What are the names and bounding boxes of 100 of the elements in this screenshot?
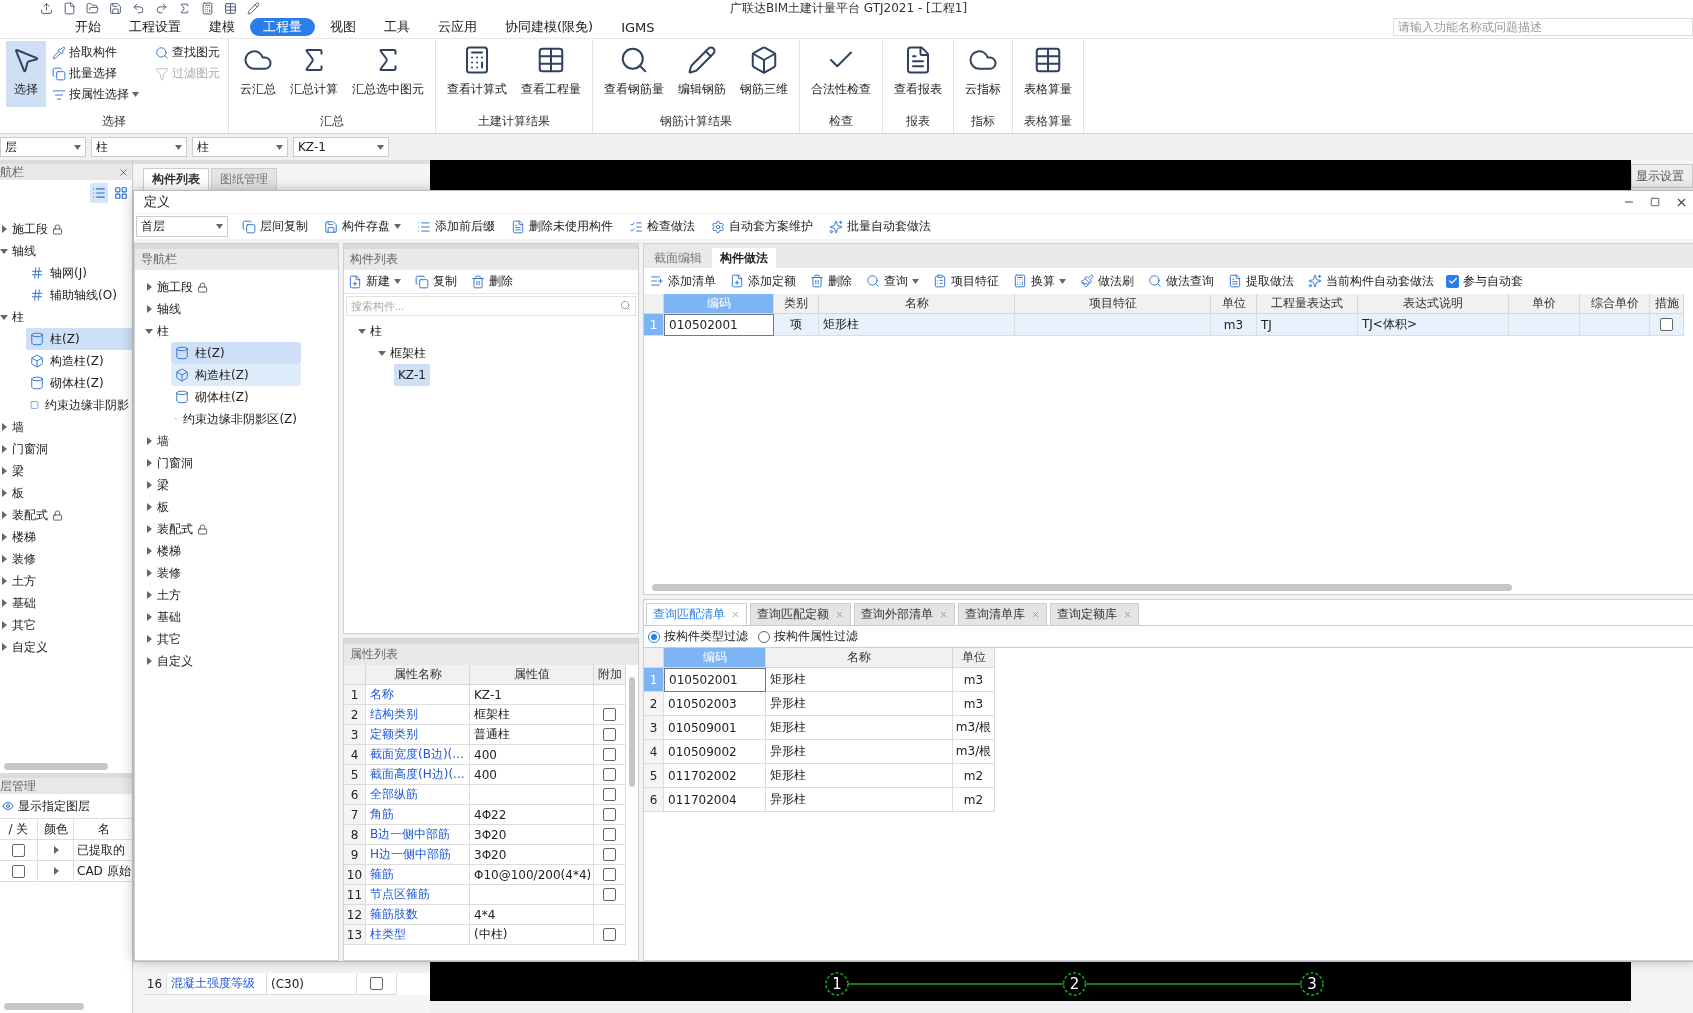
menu-tab[interactable]: 工程设置: [116, 18, 194, 36]
tab[interactable]: 查询外部清单: [854, 603, 955, 625]
ribbon-button[interactable]: 拾取构件: [50, 42, 141, 63]
checkbox[interactable]: [12, 843, 25, 857]
menu-tab[interactable]: 建模: [196, 18, 248, 36]
menu-tab[interactable]: IGMS: [608, 18, 668, 36]
show-layers-button[interactable]: 显示指定图层: [0, 794, 132, 818]
toolbar-button[interactable]: 提取做法: [1226, 270, 1296, 292]
ribbon-button[interactable]: 批量选择: [50, 63, 141, 84]
ribbon-button[interactable]: 云指标: [960, 41, 1006, 107]
tree-item[interactable]: 墙: [0, 416, 132, 438]
tree-item[interactable]: 装配式: [135, 518, 338, 540]
tree-item[interactable]: 基础: [0, 592, 132, 614]
tree-item[interactable]: 板: [0, 482, 132, 504]
tree-item[interactable]: 轴线: [0, 240, 132, 262]
filter-option[interactable]: 按构件类型过滤: [648, 628, 748, 645]
ribbon-button[interactable]: 编辑钢筋: [673, 41, 731, 107]
toolbar-button[interactable]: 换算: [1011, 270, 1068, 292]
toolbar-button[interactable]: 项目特征: [931, 270, 1001, 292]
radio-button[interactable]: [758, 630, 770, 643]
tree-item[interactable]: 柱: [0, 306, 132, 328]
ribbon-button[interactable]: 按属性选择: [50, 84, 141, 105]
toolbar-button[interactable]: 添加前后缀: [415, 215, 497, 238]
radio-button[interactable]: [648, 630, 660, 643]
tree-item[interactable]: 辅助轴线(O): [26, 284, 132, 306]
ribbon-button[interactable]: 汇总计算: [285, 41, 343, 107]
tree-item[interactable]: 门窗洞: [135, 452, 338, 474]
toolbar-button[interactable]: 删除: [808, 270, 854, 292]
tree-item[interactable]: 构造柱(Z): [26, 350, 132, 372]
list-view-button[interactable]: [90, 183, 108, 203]
checkbox[interactable]: [603, 828, 616, 841]
menu-tab[interactable]: 视图: [317, 18, 369, 36]
toolbar-button[interactable]: 做法查询: [1146, 270, 1216, 292]
tree-item[interactable]: 土方: [0, 570, 132, 592]
tree-item[interactable]: 轴线: [135, 298, 338, 320]
scrollbar[interactable]: [629, 677, 635, 787]
toolbar-button[interactable]: 添加清单: [648, 270, 718, 292]
toolbar-button[interactable]: 删除: [469, 270, 515, 293]
ribbon-button[interactable]: 查看计算式: [442, 41, 512, 107]
filter-option[interactable]: 按构件属性过滤: [758, 628, 858, 645]
toolbar-button[interactable]: 删除未使用构件: [509, 215, 615, 238]
toolbar-button[interactable]: 批量自动套做法: [827, 215, 933, 238]
checkbox[interactable]: [603, 928, 616, 941]
scrollbar[interactable]: [4, 762, 108, 770]
dropdown[interactable]: 柱: [91, 137, 187, 157]
ribbon-button[interactable]: 表格算量: [1019, 41, 1077, 107]
panel-tab[interactable]: 图纸管理: [211, 168, 277, 190]
checkbox[interactable]: [603, 808, 616, 821]
checkbox[interactable]: [603, 868, 616, 881]
search-field[interactable]: 搜索构件...: [346, 296, 636, 316]
tab[interactable]: 构件做法: [712, 248, 776, 268]
tree-item[interactable]: 装修: [135, 562, 338, 584]
checkbox[interactable]: [603, 888, 616, 901]
checkbox[interactable]: [1660, 318, 1673, 331]
ribbon-button[interactable]: 汇总选中图元: [347, 41, 429, 107]
checkbox[interactable]: [603, 728, 616, 741]
menu-tab[interactable]: 开始: [62, 18, 114, 36]
tree-item[interactable]: 门窗洞: [0, 438, 132, 460]
tree-item[interactable]: 梁: [135, 474, 338, 496]
checkbox[interactable]: [12, 864, 25, 878]
tab[interactable]: 查询定额库: [1050, 603, 1139, 625]
floor-dropdown[interactable]: 首层: [136, 216, 228, 237]
tree-item[interactable]: 施工段: [135, 276, 338, 298]
close-icon[interactable]: [118, 166, 129, 178]
tree-item[interactable]: 柱: [354, 320, 386, 342]
auto-apply-checkbox[interactable]: 参与自动套: [1446, 272, 1523, 290]
toolbar-button[interactable]: 层间复制: [240, 215, 310, 238]
tree-item[interactable]: KZ-1: [394, 364, 430, 386]
toolbar-button[interactable]: 添加定额: [728, 270, 798, 292]
tree-item[interactable]: 装配式: [0, 504, 132, 526]
tab[interactable]: 查询匹配清单: [646, 603, 747, 625]
panel-tab[interactable]: 构件列表: [143, 168, 209, 190]
tab[interactable]: 查询清单库: [958, 603, 1047, 625]
scrollbar[interactable]: [652, 583, 1512, 591]
ribbon-button[interactable]: 选择: [6, 41, 46, 107]
tree-item[interactable]: 约束边缘非阴影: [26, 394, 132, 416]
tree-item[interactable]: 砌体柱(Z): [26, 372, 132, 394]
tree-item[interactable]: 基础: [135, 606, 338, 628]
menu-tab[interactable]: 协同建模(限免): [492, 18, 607, 36]
ribbon-button[interactable]: 查看钢筋量: [599, 41, 669, 107]
close-icon[interactable]: [731, 610, 740, 619]
ribbon-button[interactable]: 查看报表: [889, 41, 947, 107]
side-tab[interactable]: 显示设置: [1631, 164, 1693, 188]
tree-item[interactable]: 轴网(J): [26, 262, 132, 284]
ribbon-button[interactable]: 钢筋三维: [735, 41, 793, 107]
dropdown[interactable]: 柱: [192, 137, 288, 157]
search-field[interactable]: 请输入功能名称或问题描述: [1393, 18, 1693, 36]
tree-item[interactable]: 柱: [135, 320, 338, 342]
checkbox[interactable]: [603, 788, 616, 801]
tree-item[interactable]: 梁: [0, 460, 132, 482]
menu-tab[interactable]: 工具: [371, 18, 423, 36]
toolbar-button[interactable]: 查询: [864, 270, 921, 292]
tree-item[interactable]: 板: [135, 496, 338, 518]
tree-item[interactable]: 自定义: [0, 636, 132, 658]
tree-item[interactable]: 柱(Z): [171, 342, 301, 364]
tree-item[interactable]: 装修: [0, 548, 132, 570]
ribbon-button[interactable]: 云汇总: [235, 41, 281, 107]
dropdown[interactable]: KZ-1: [293, 137, 389, 157]
ribbon-button[interactable]: 查找图元: [153, 42, 222, 63]
tree-item[interactable]: 墙: [135, 430, 338, 452]
